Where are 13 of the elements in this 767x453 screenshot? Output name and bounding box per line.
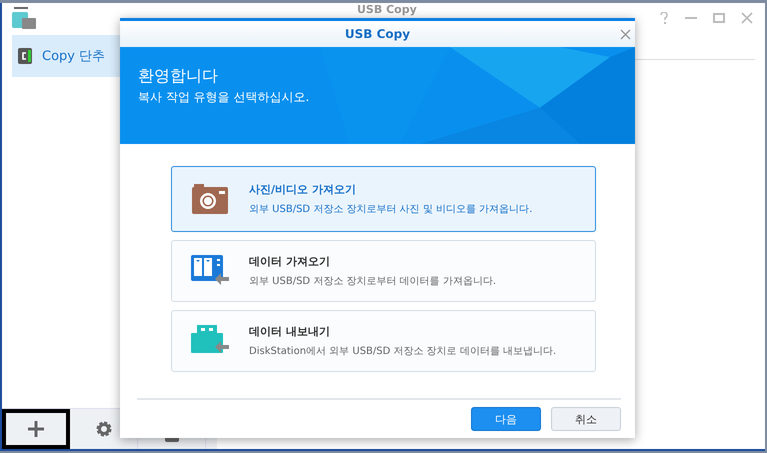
dialog-title: USB Copy (344, 27, 410, 41)
welcome-subtitle: 복사 작업 유형을 선택하십시오. (138, 88, 310, 106)
option-card[interactable]: 데이터 가져오기 외부 USB/SD 저장소 장치로부터 데이터를 가져옵니다. (171, 240, 596, 302)
window-title: USB Copy (357, 3, 417, 16)
cancel-button[interactable]: 취소 (551, 407, 621, 431)
option-card[interactable]: 사진/비디오 가져오기 외부 USB/SD 저장소 장치로부터 사진 및 비디오를 가져옵니다. (171, 166, 596, 232)
option-description: DiskStation에서 외부 USB/SD 저장소 장치로 데이터를 내보냅니다. (249, 345, 556, 358)
option-description: 외부 USB/SD 저장소 장치로부터 데이터를 가져옵니다. (249, 275, 496, 288)
option-title: 데이터 내보내기 (249, 324, 331, 339)
option-description: 외부 USB/SD 저장소 장치로부터 사진 및 비디오를 가져옵니다. (249, 203, 532, 216)
option-card[interactable]: 데이터 내보내기 DiskStation에서 외부 USB/SD 저장소 장치로 데이터를 내보냅니다. (171, 310, 596, 372)
option-title: 데이터 가져오기 (249, 254, 331, 269)
option-title: 사진/비디오 가져오기 (249, 182, 357, 197)
